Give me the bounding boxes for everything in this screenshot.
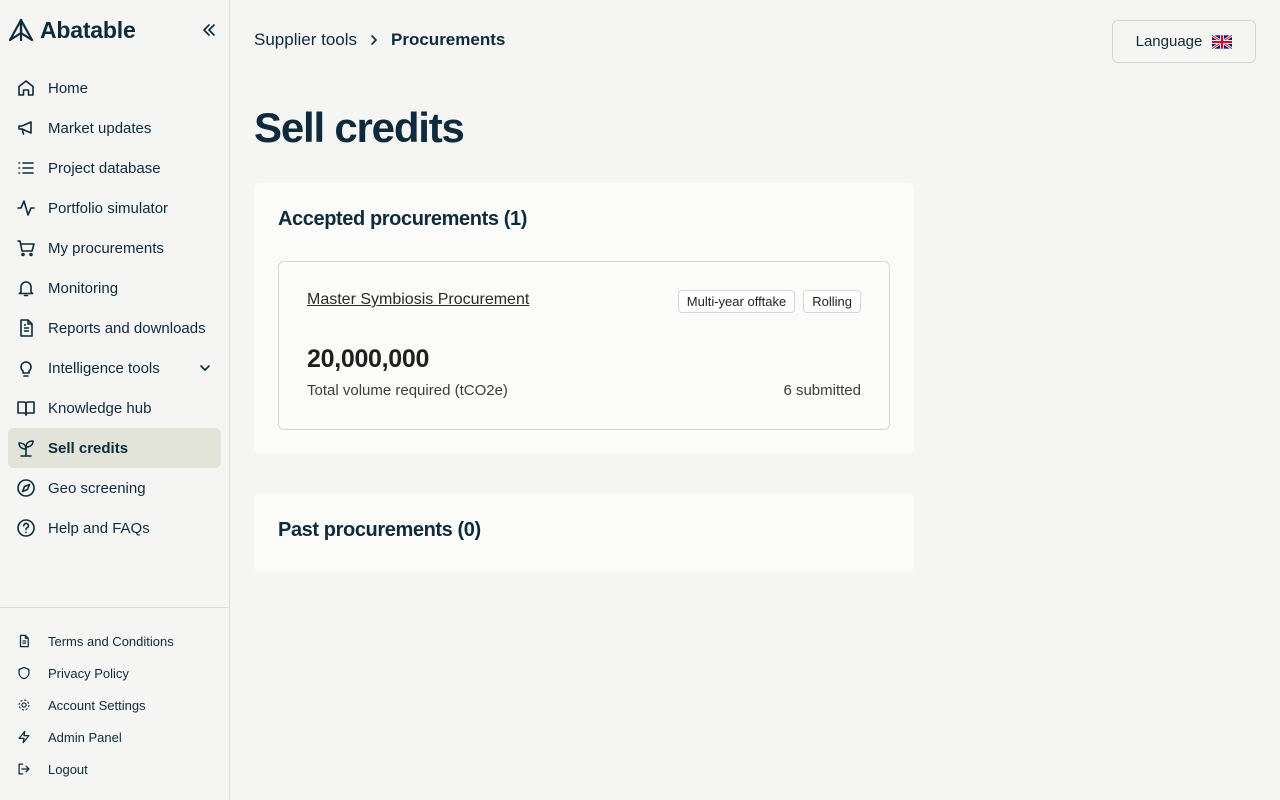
sidebar-item-label: Reports and downloads bbox=[48, 319, 206, 337]
footer-item-admin-panel[interactable]: Admin Panel bbox=[8, 721, 221, 753]
procurement-volume-label: Total volume required (tCO2e) bbox=[307, 382, 508, 399]
brand-logo[interactable]: Abatable bbox=[8, 17, 136, 44]
procurement-volume: 20,000,000 bbox=[307, 345, 430, 373]
sidebar-footer: Terms and Conditions Privacy Policy Acco… bbox=[0, 607, 229, 785]
megaphone-icon bbox=[16, 118, 36, 138]
gear-icon bbox=[16, 697, 32, 713]
language-label: Language bbox=[1135, 33, 1203, 50]
sidebar-item-monitoring[interactable]: Monitoring bbox=[8, 268, 221, 308]
sidebar-item-label: Geo screening bbox=[48, 479, 146, 497]
accepted-procurements-title: Accepted procurements (1) bbox=[278, 208, 527, 230]
procurement-item[interactable]: Master Symbiosis Procurement Multi-year … bbox=[278, 261, 890, 430]
list-icon bbox=[16, 158, 36, 178]
procurement-name-link[interactable]: Master Symbiosis Procurement bbox=[307, 291, 529, 309]
sidebar-item-label: Market updates bbox=[48, 119, 152, 137]
lightning-icon bbox=[16, 729, 32, 745]
home-icon bbox=[16, 78, 36, 98]
sidebar-item-geo-screening[interactable]: Geo screening bbox=[8, 468, 221, 508]
sidebar-item-intelligence-tools[interactable]: Intelligence tools bbox=[8, 348, 221, 388]
abatable-logo-icon bbox=[8, 18, 34, 42]
sidebar-item-label: Help and FAQs bbox=[48, 519, 150, 537]
app-root: Abatable Home Market updates Project dat… bbox=[0, 0, 1280, 800]
sidebar-item-home[interactable]: Home bbox=[8, 68, 221, 108]
cart-icon bbox=[16, 238, 36, 258]
collapse-sidebar-button[interactable] bbox=[197, 18, 221, 42]
badge-rolling: Rolling bbox=[803, 290, 861, 313]
accepted-procurements-card: Accepted procurements (1) Master Symbios… bbox=[254, 183, 914, 454]
chevron-right-icon bbox=[367, 33, 381, 47]
footer-item-label: Privacy Policy bbox=[48, 665, 129, 681]
sidebar-item-my-procurements[interactable]: My procurements bbox=[8, 228, 221, 268]
logout-icon bbox=[16, 761, 32, 777]
sidebar-item-reports-and-downloads[interactable]: Reports and downloads bbox=[8, 308, 221, 348]
page-title: Sell credits bbox=[254, 104, 465, 151]
chevron-down-icon[interactable] bbox=[197, 360, 213, 376]
sidebar-item-label: My procurements bbox=[48, 239, 164, 257]
document-icon bbox=[16, 318, 36, 338]
procurement-submitted-count: 6 submitted bbox=[783, 382, 861, 399]
sidebar: Abatable Home Market updates Project dat… bbox=[0, 0, 230, 800]
footer-item-label: Admin Panel bbox=[48, 729, 122, 745]
main-content: Supplier tools Procurements Language Sel… bbox=[230, 0, 1280, 800]
footer-item-label: Terms and Conditions bbox=[48, 633, 174, 649]
sidebar-item-label: Intelligence tools bbox=[48, 359, 160, 377]
footer-item-label: Account Settings bbox=[48, 697, 146, 713]
past-procurements-title: Past procurements (0) bbox=[278, 519, 481, 541]
activity-icon bbox=[16, 198, 36, 218]
document-icon bbox=[16, 633, 32, 649]
sidebar-item-knowledge-hub[interactable]: Knowledge hub bbox=[8, 388, 221, 428]
compass-icon bbox=[16, 478, 36, 498]
sidebar-item-label: Project database bbox=[48, 159, 161, 177]
footer-item-label: Logout bbox=[48, 761, 88, 777]
badge-multi-year-offtake: Multi-year offtake bbox=[677, 290, 796, 313]
sidebar-item-market-updates[interactable]: Market updates bbox=[8, 108, 221, 148]
sidebar-item-label: Sell credits bbox=[48, 439, 129, 457]
sidebar-item-sell-credits[interactable]: Sell credits bbox=[8, 428, 221, 468]
footer-item-logout[interactable]: Logout bbox=[8, 753, 221, 785]
procurement-badges: Multi-year offtake Rolling bbox=[677, 290, 861, 313]
uk-flag-icon bbox=[1212, 34, 1233, 49]
footer-item-account-settings[interactable]: Account Settings bbox=[8, 689, 221, 721]
breadcrumb-parent-link[interactable]: Supplier tools bbox=[254, 30, 357, 50]
sidebar-item-help-and-faqs[interactable]: Help and FAQs bbox=[8, 508, 221, 548]
past-procurements-card: Past procurements (0) bbox=[254, 494, 914, 572]
footer-item-privacy[interactable]: Privacy Policy bbox=[8, 657, 221, 689]
brand-name: Abatable bbox=[40, 16, 136, 43]
chevrons-left-icon bbox=[201, 22, 217, 38]
sidebar-item-portfolio-simulator[interactable]: Portfolio simulator bbox=[8, 188, 221, 228]
help-circle-icon bbox=[16, 518, 36, 538]
footer-item-terms[interactable]: Terms and Conditions bbox=[8, 625, 221, 657]
sidebar-item-label: Monitoring bbox=[48, 279, 119, 297]
shield-icon bbox=[16, 665, 32, 681]
sidebar-item-project-database[interactable]: Project database bbox=[8, 148, 221, 188]
lightbulb-icon bbox=[16, 358, 36, 378]
bell-icon bbox=[16, 278, 36, 298]
book-icon bbox=[16, 398, 36, 418]
sprout-icon bbox=[16, 438, 36, 458]
language-button[interactable]: Language bbox=[1112, 20, 1256, 63]
brand-bar: Abatable bbox=[0, 0, 229, 60]
sidebar-item-label: Home bbox=[48, 79, 89, 97]
sidebar-item-label: Portfolio simulator bbox=[48, 199, 169, 217]
breadcrumb-current: Procurements bbox=[391, 30, 506, 49]
sidebar-nav: Home Market updates Project database Por… bbox=[0, 60, 229, 548]
breadcrumb: Supplier tools Procurements bbox=[254, 30, 505, 50]
sidebar-item-label: Knowledge hub bbox=[48, 399, 152, 417]
